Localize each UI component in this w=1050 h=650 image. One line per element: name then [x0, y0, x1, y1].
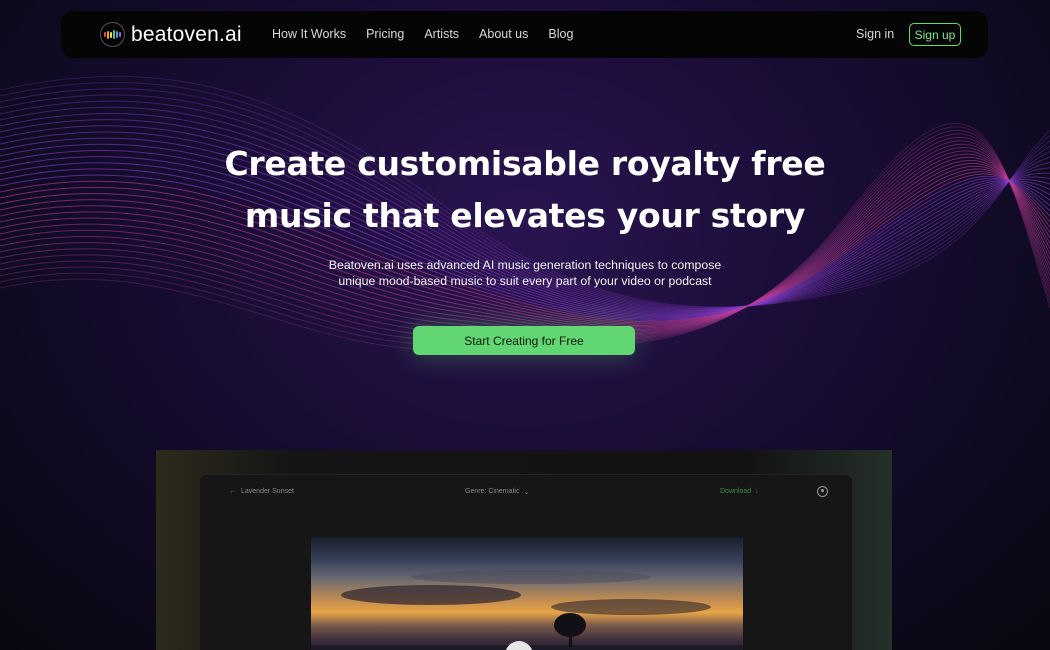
download-label: Download	[720, 488, 752, 495]
nav-link-about-us[interactable]: About us	[479, 27, 528, 41]
back-link[interactable]: ← Lavender Sunset	[229, 488, 294, 495]
user-icon[interactable]	[817, 486, 828, 497]
app-preview: ← Lavender Sunset Genre: Cinematic ⌄ Dow…	[156, 450, 892, 650]
download-button[interactable]: Download ↓	[720, 488, 759, 495]
hero-subtitle: Beatoven.ai uses advanced AI music gener…	[328, 258, 722, 288]
start-creating-button[interactable]: Start Creating for Free	[413, 326, 635, 355]
nav-link-blog[interactable]: Blog	[548, 27, 573, 41]
hero-title: Create customisable royalty free music t…	[0, 138, 1050, 242]
app-window: ← Lavender Sunset Genre: Cinematic ⌄ Dow…	[199, 474, 853, 650]
logo-icon	[100, 22, 125, 47]
genre-selector[interactable]: Genre: Cinematic ⌄	[465, 488, 529, 496]
logo[interactable]: beatoven.ai	[100, 22, 242, 47]
nav-link-artists[interactable]: Artists	[424, 27, 459, 41]
video-player[interactable]	[311, 537, 743, 650]
genre-label: Genre: Cinematic	[465, 488, 520, 495]
nav-link-pricing[interactable]: Pricing	[366, 27, 404, 41]
nav-links: How It Works Pricing Artists About us Bl…	[272, 27, 593, 41]
hero-title-line-2: music that elevates your story	[244, 196, 806, 235]
hero-title-line-1: Create customisable royalty free	[224, 144, 826, 183]
chevron-down-icon: ⌄	[523, 489, 530, 496]
top-navbar: beatoven.ai How It Works Pricing Artists…	[61, 11, 988, 58]
sign-up-button[interactable]: Sign up	[909, 23, 961, 46]
nav-link-how-it-works[interactable]: How It Works	[272, 27, 346, 41]
sign-in-link[interactable]: Sign in	[856, 27, 894, 41]
logo-text: beatoven.ai	[131, 22, 242, 46]
sunset-image	[311, 570, 743, 650]
arrow-left-icon: ←	[229, 488, 236, 495]
track-title: Lavender Sunset	[241, 488, 294, 495]
arrow-down-icon: ↓	[755, 488, 759, 495]
